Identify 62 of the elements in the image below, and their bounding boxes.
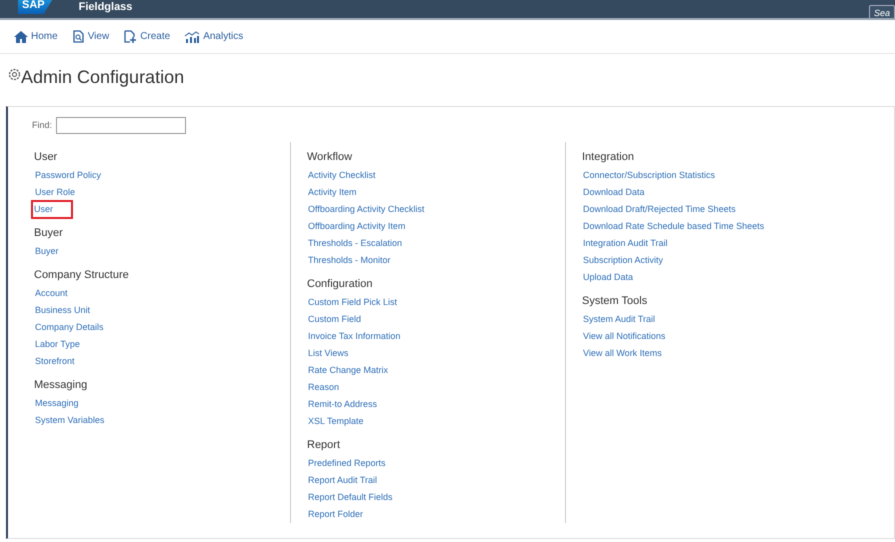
home-icon — [14, 30, 28, 42]
config-link[interactable]: User — [33, 202, 72, 217]
nav-link[interactable]: Home — [14, 29, 58, 44]
section-heading: Integration — [582, 150, 635, 164]
config-link[interactable]: Offboarding Activity Checklist — [307, 203, 426, 216]
config-link[interactable]: Messaging — [34, 397, 80, 410]
settings-icon — [8, 68, 21, 81]
config-link[interactable]: Thresholds - Monitor — [307, 254, 392, 267]
section-heading: Company Structure — [34, 268, 130, 282]
section-heading: Configuration — [307, 277, 374, 291]
document-plus-icon — [123, 30, 138, 43]
chart-icon — [184, 30, 200, 42]
config-link[interactable]: Rate Change Matrix — [307, 364, 390, 377]
config-link[interactable]: View all Notifications — [582, 330, 666, 343]
find-field[interactable] — [56, 117, 186, 134]
config-link[interactable]: Activity Item — [307, 186, 358, 199]
section-heading: Messaging — [34, 378, 88, 392]
nav-link[interactable]: View — [72, 29, 110, 44]
config-link[interactable]: Upload Data — [582, 271, 634, 284]
config-link[interactable]: Buyer — [34, 245, 60, 258]
config-link[interactable]: Offboarding Activity Item — [307, 220, 406, 233]
product-name: Fieldglass — [78, 0, 132, 14]
config-link[interactable]: Business Unit — [34, 304, 92, 317]
config-link[interactable]: Report Folder — [307, 508, 364, 521]
config-link[interactable]: Integration Audit Trail — [582, 237, 669, 250]
section-heading: Report — [307, 438, 342, 452]
find-label: Find: — [32, 118, 52, 132]
config-link[interactable]: Report Default Fields — [307, 491, 394, 504]
search-button[interactable]: Sea — [868, 5, 895, 18]
section-heading: User — [34, 150, 58, 164]
config-link[interactable]: Account — [34, 287, 69, 300]
config-link[interactable]: Download Rate Schedule based Time Sheets — [582, 220, 766, 233]
document-search-icon — [72, 30, 85, 43]
config-link[interactable]: Custom Field — [307, 313, 362, 326]
config-link[interactable]: Report Audit Trail — [307, 474, 378, 487]
config-link[interactable]: System Variables — [34, 414, 106, 427]
config-link[interactable]: Activity Checklist — [307, 169, 377, 182]
config-link[interactable]: XSL Template — [307, 415, 365, 428]
config-link[interactable]: Subscription Activity — [582, 254, 664, 267]
config-link[interactable]: Connector/Subscription Statistics — [582, 169, 716, 182]
config-link[interactable]: Password Policy — [34, 169, 102, 182]
nav-link[interactable]: Analytics — [184, 29, 244, 44]
config-link[interactable]: System Audit Trail — [582, 313, 656, 326]
nav-link[interactable]: Create — [123, 29, 170, 44]
config-link[interactable]: Labor Type — [34, 338, 81, 351]
config-link[interactable]: Custom Field Pick List — [307, 296, 398, 309]
config-link[interactable]: Invoice Tax Information — [307, 330, 402, 343]
config-link[interactable]: List Views — [307, 347, 350, 360]
config-link[interactable]: Reason — [307, 381, 340, 394]
config-link[interactable]: Predefined Reports — [307, 457, 387, 470]
config-link[interactable]: Remit-to Address — [307, 398, 378, 411]
config-link[interactable]: View all Work Items — [582, 347, 663, 360]
config-link[interactable]: Thresholds - Escalation — [307, 237, 404, 250]
config-link[interactable]: Download Data — [582, 186, 646, 199]
config-link[interactable]: Company Details — [34, 321, 105, 334]
section-heading: Buyer — [34, 226, 64, 240]
config-link[interactable]: User Role — [34, 186, 76, 199]
page-title: Admin Configuration — [21, 66, 184, 89]
config-link[interactable]: Download Draft/Rejected Time Sheets — [582, 203, 737, 216]
section-heading: System Tools — [582, 294, 648, 308]
section-heading: Workflow — [307, 150, 354, 164]
config-link[interactable]: Storefront — [34, 355, 76, 368]
